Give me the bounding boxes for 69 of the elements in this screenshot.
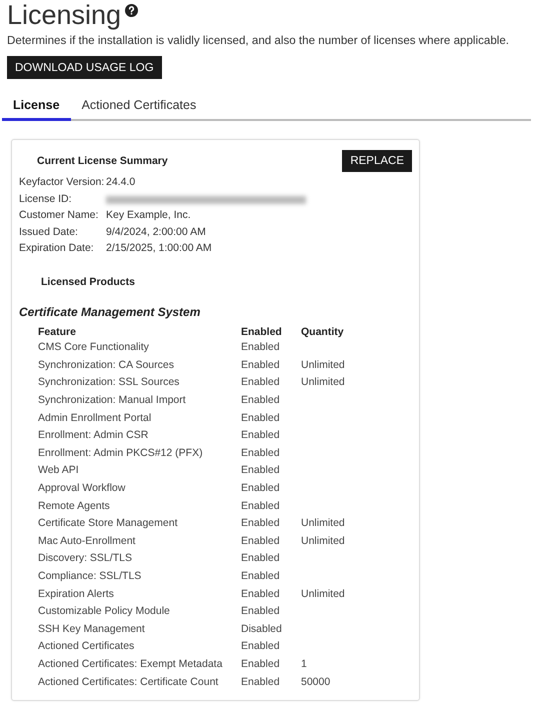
feature-name: Web API xyxy=(38,464,79,476)
field-label: Keyfactor Version: xyxy=(19,176,106,190)
quantity-value: 50000 xyxy=(301,676,330,688)
feature-name: Synchronization: SSL Sources xyxy=(38,376,180,388)
feature-name: Enrollment: Admin PKCS#12 (PFX) xyxy=(38,446,203,459)
section-title: Licensed Products xyxy=(41,276,136,288)
field-label: License ID: xyxy=(19,192,73,206)
help-icon[interactable] xyxy=(125,4,138,17)
column-header: Feature xyxy=(38,324,77,338)
tab[interactable]: Actioned Certificates xyxy=(70,94,208,121)
field-value: 2/15/2025, 1:00:00 AM xyxy=(106,242,213,256)
column-header: Quantity xyxy=(301,324,345,338)
page-title: Licensing xyxy=(7,0,122,30)
feature-name: Synchronization: CA Sources xyxy=(38,358,174,371)
feature-name: Expiration Alerts xyxy=(38,588,114,600)
product-name: Certificate Management System xyxy=(19,304,202,318)
enabled-status: Enabled xyxy=(241,412,280,424)
feature-name: CMS Core Functionality xyxy=(38,341,149,354)
field-value: 24.4.0 xyxy=(106,176,136,190)
quantity-value: 1 xyxy=(301,658,307,670)
feature-name: Mac Auto-Enrollment xyxy=(38,534,136,547)
field-label: Issued Date: xyxy=(19,226,79,239)
feature-name: Compliance: SSL/TLS xyxy=(38,570,142,582)
download-usage-log-button[interactable]: DOWNLOAD USAGE LOG xyxy=(7,56,162,79)
enabled-status: Enabled xyxy=(241,394,280,406)
enabled-status: Enabled xyxy=(241,429,280,442)
feature-name: Actioned Certificates xyxy=(38,640,134,652)
field-value: Key Example, Inc. xyxy=(106,209,192,222)
enabled-status: Enabled xyxy=(241,358,280,371)
feature-name: Remote Agents xyxy=(38,500,110,512)
tab[interactable]: License xyxy=(2,94,71,121)
enabled-status: Enabled xyxy=(241,376,280,388)
quantity-value: Unlimited xyxy=(301,588,345,600)
feature-name: Discovery: SSL/TLS xyxy=(38,552,132,564)
enabled-status: Enabled xyxy=(241,605,280,618)
replace-button[interactable]: REPLACE xyxy=(342,150,412,172)
enabled-status: Enabled xyxy=(241,534,280,547)
summary-title: Current License Summary xyxy=(37,155,168,167)
column-header: Enabled xyxy=(241,324,301,338)
feature-name: Approval Workflow xyxy=(38,482,126,494)
page-description: Determines if the installation is validly licensed, and also the number of licenses where applicable. xyxy=(7,33,510,48)
enabled-status: Enabled xyxy=(241,517,280,530)
feature-name: Customizable Policy Module xyxy=(38,605,170,618)
feature-name: Certificate Store Management xyxy=(38,517,178,530)
quantity-value: Unlimited xyxy=(301,517,345,530)
field-label: Expiration Date: xyxy=(19,242,95,256)
enabled-status: Enabled xyxy=(241,570,280,582)
enabled-status: Enabled xyxy=(241,482,280,494)
feature-name: Actioned Certificates: Certificate Count xyxy=(38,676,218,688)
feature-name: Admin Enrollment Portal xyxy=(38,412,152,424)
field-value: 9/4/2024, 2:00:00 AM xyxy=(106,226,207,239)
enabled-status: Enabled xyxy=(241,500,280,512)
enabled-status: Enabled xyxy=(241,446,280,459)
enabled-status: Enabled xyxy=(241,464,280,476)
enabled-status: Disabled xyxy=(241,622,282,635)
field-label: Customer Name: xyxy=(19,209,100,222)
feature-name: Synchronization: Manual Import xyxy=(38,394,186,406)
enabled-status: Enabled xyxy=(241,341,280,354)
enabled-status: Enabled xyxy=(241,658,280,670)
enabled-status: Enabled xyxy=(241,588,280,600)
enabled-status: Enabled xyxy=(241,640,280,652)
quantity-value: Unlimited xyxy=(301,358,345,371)
feature-name: SSH Key Management xyxy=(38,622,145,635)
quantity-value: Unlimited xyxy=(301,376,345,388)
feature-name: Actioned Certificates: Exempt Metadata xyxy=(38,658,222,670)
enabled-status: Enabled xyxy=(241,552,280,564)
feature-name: Enrollment: Admin CSR xyxy=(38,429,148,442)
quantity-value: Unlimited xyxy=(301,534,345,547)
enabled-status: Enabled xyxy=(241,676,280,688)
